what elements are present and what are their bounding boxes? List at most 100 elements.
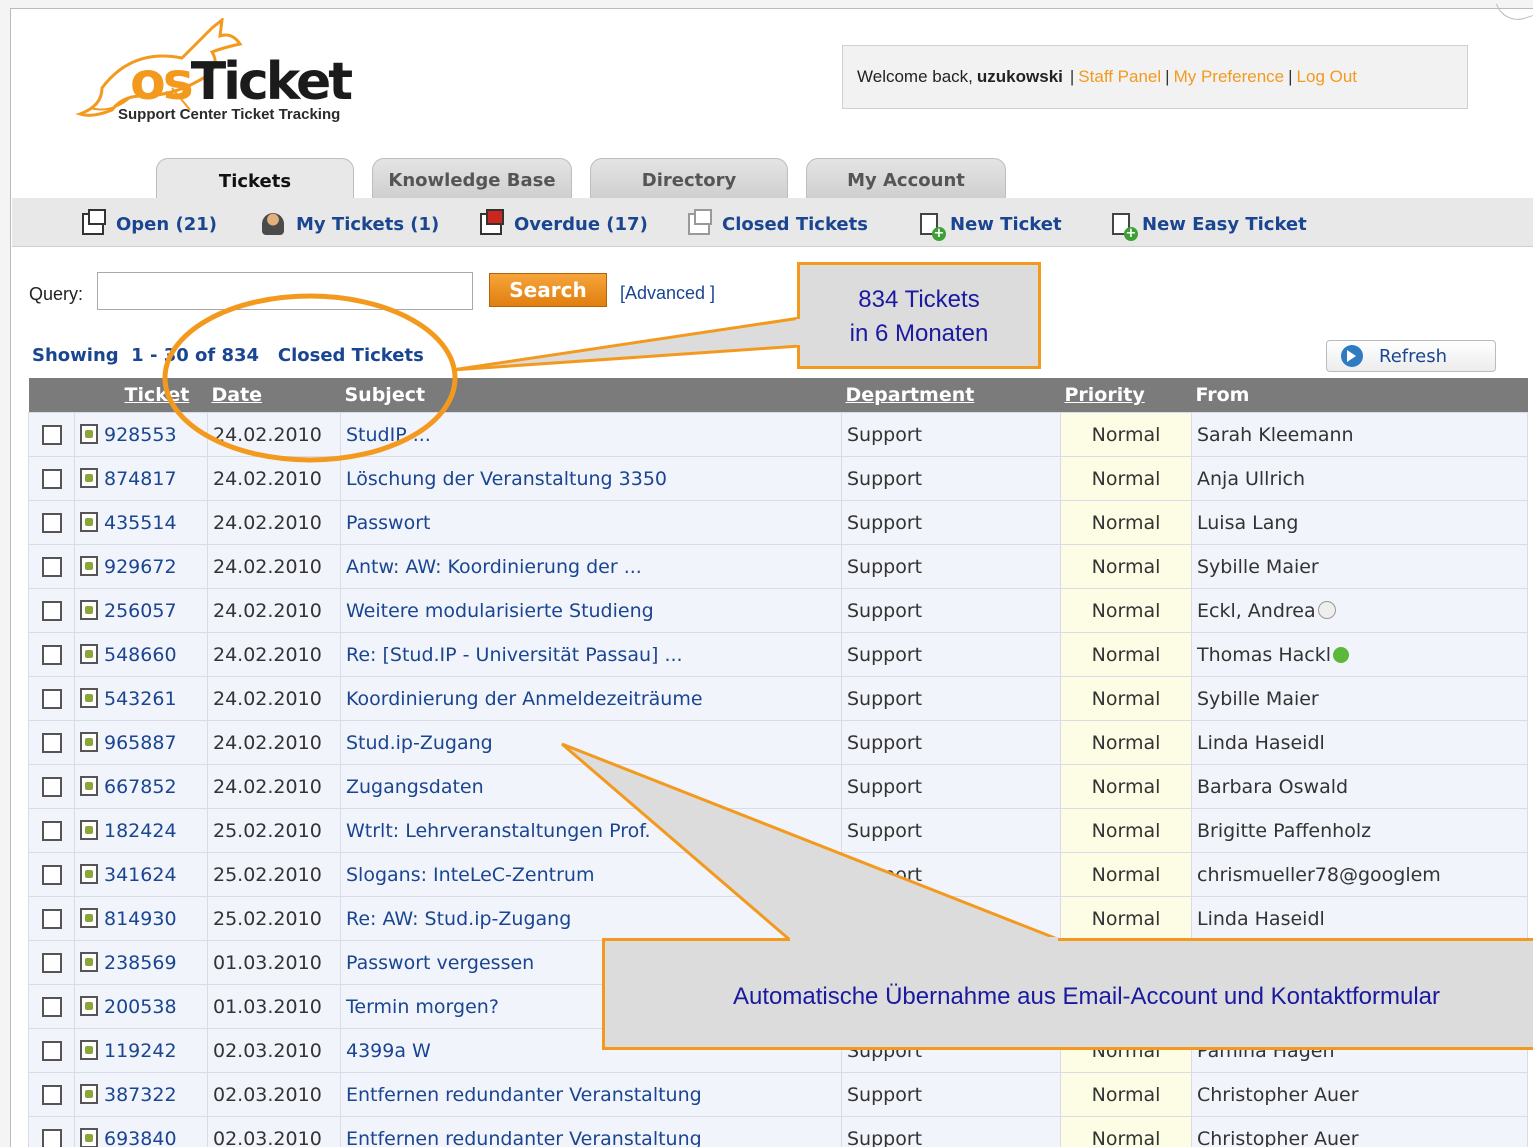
header-priority-label[interactable]: Priority [1065, 384, 1145, 406]
ticket-number[interactable]: 814930 [104, 908, 177, 930]
ticket-cell[interactable]: 814930 [74, 896, 208, 941]
log-out-link[interactable]: Log Out [1297, 67, 1358, 87]
ticket-number[interactable]: 874817 [104, 468, 177, 490]
subject-link[interactable]: Re: AW: Stud.ip-Zugang [340, 896, 842, 941]
ticket-cell[interactable]: 874817 [74, 456, 208, 501]
from-cell: Thomas Hackl [1191, 632, 1528, 677]
search-button[interactable]: Search [489, 273, 607, 307]
ticket-cell[interactable]: 667852 [74, 764, 208, 809]
header-date[interactable]: Date [207, 378, 341, 413]
query-input[interactable] [97, 272, 473, 310]
ticket-cell[interactable]: 965887 [74, 720, 208, 765]
tab-knowledge-base[interactable]: Knowledge Base [372, 158, 572, 198]
subnav-overdue[interactable]: Overdue (17) [480, 209, 648, 235]
ticket-number[interactable]: 965887 [104, 732, 177, 754]
ticket-icon [80, 775, 98, 796]
header-department[interactable]: Department [841, 378, 1061, 413]
subject-link[interactable]: Koordinierung der Anmeldezeiträume [340, 676, 842, 721]
row-checkbox[interactable] [41, 425, 62, 445]
tab-tickets[interactable]: Tickets [156, 158, 354, 200]
row-checkbox[interactable] [41, 601, 62, 621]
ticket-cell[interactable]: 119242 [74, 1028, 208, 1073]
tab-directory[interactable]: Directory [590, 158, 788, 198]
row-checkbox[interactable] [41, 909, 62, 929]
ticket-number[interactable]: 119242 [104, 1040, 177, 1062]
subject-link[interactable]: Antw: AW: Koordinierung der ... [340, 544, 842, 589]
date-cell: 02.03.2010 [207, 1116, 341, 1147]
ticket-cell[interactable]: 928553 [74, 412, 208, 457]
ticket-cell[interactable]: 435514 [74, 500, 208, 545]
row-checkbox[interactable] [41, 645, 62, 665]
ticket-cell[interactable]: 200538 [74, 984, 208, 1029]
subnav-my-tickets[interactable]: My Tickets (1) [262, 213, 439, 235]
subject-link[interactable]: Entfernen redundanter Veranstaltung [340, 1072, 842, 1117]
subject-link[interactable]: Re: [Stud.IP - Universität Passau] ... [340, 632, 842, 677]
tab-my-account[interactable]: My Account [806, 158, 1006, 198]
ticket-number[interactable]: 543261 [104, 688, 177, 710]
ticket-cell[interactable]: 238569 [74, 940, 208, 985]
from-name: Barbara Oswald [1197, 775, 1349, 798]
date-cell: 24.02.2010 [207, 544, 341, 589]
row-checkbox[interactable] [41, 557, 62, 577]
header-priority[interactable]: Priority [1060, 378, 1192, 413]
row-checkbox[interactable] [41, 953, 62, 973]
row-checkbox[interactable] [41, 777, 62, 797]
row-checkbox[interactable] [41, 821, 62, 841]
header-ticket[interactable]: Ticket [74, 378, 208, 413]
ticket-cell[interactable]: 387322 [74, 1072, 208, 1117]
subject-link[interactable]: Löschung der Veranstaltung 3350 [340, 456, 842, 501]
advanced-search-link[interactable]: [Advanced ] [620, 283, 715, 304]
ticket-cell[interactable]: 256057 [74, 588, 208, 633]
header-ticket-label[interactable]: Ticket [125, 384, 190, 406]
subject-link[interactable]: Weitere modularisierte Studieng [340, 588, 842, 633]
logo[interactable]: osTicket Support Center Ticket Tracking [72, 18, 402, 128]
department-cell: Support [841, 632, 1061, 677]
row-checkbox[interactable] [41, 733, 62, 753]
subject-link[interactable]: Wtrlt: Lehrveranstaltungen Prof. [340, 808, 842, 853]
subnav-open[interactable]: Open (21) [82, 209, 217, 235]
row-select [28, 1028, 75, 1073]
subject-link[interactable]: Stud.ip-Zugang [340, 720, 842, 765]
row-checkbox[interactable] [41, 1085, 62, 1105]
subnav-closed-tickets[interactable]: Closed Tickets [688, 209, 868, 235]
date-cell: 02.03.2010 [207, 1072, 341, 1117]
ticket-number[interactable]: 929672 [104, 556, 177, 578]
ticket-cell[interactable]: 182424 [74, 808, 208, 853]
ticket-number[interactable]: 387322 [104, 1084, 177, 1106]
header-department-label[interactable]: Department [846, 384, 975, 406]
ticket-number[interactable]: 928553 [104, 424, 177, 446]
ticket-number[interactable]: 256057 [104, 600, 177, 622]
row-checkbox[interactable] [41, 997, 62, 1017]
refresh-button[interactable]: Refresh [1326, 340, 1496, 372]
staff-panel-link[interactable]: Staff Panel [1078, 67, 1161, 87]
row-checkbox[interactable] [41, 1041, 62, 1061]
subject-link[interactable]: Zugangsdaten [340, 764, 842, 809]
row-checkbox[interactable] [41, 865, 62, 885]
ticket-number[interactable]: 693840 [104, 1128, 177, 1147]
separator: | [1165, 67, 1170, 86]
ticket-number[interactable]: 435514 [104, 512, 177, 534]
ticket-cell[interactable]: 693840 [74, 1116, 208, 1147]
subject-link[interactable]: StudIP ... [340, 412, 842, 457]
ticket-number[interactable]: 200538 [104, 996, 177, 1018]
ticket-number[interactable]: 182424 [104, 820, 177, 842]
header-date-label[interactable]: Date [212, 384, 263, 406]
my-preference-link[interactable]: My Preference [1174, 67, 1285, 87]
subject-link[interactable]: Entfernen redundanter Veranstaltung [340, 1116, 842, 1147]
ticket-cell[interactable]: 929672 [74, 544, 208, 589]
subject-link[interactable]: Passwort [340, 500, 842, 545]
subnav-new-easy-ticket[interactable]: New Easy Ticket [1112, 213, 1307, 241]
row-checkbox[interactable] [41, 513, 62, 533]
row-checkbox[interactable] [41, 689, 62, 709]
ticket-cell[interactable]: 543261 [74, 676, 208, 721]
ticket-number[interactable]: 548660 [104, 644, 177, 666]
ticket-cell[interactable]: 341624 [74, 852, 208, 897]
subnav-new-ticket[interactable]: New Ticket [920, 213, 1062, 241]
subject-link[interactable]: Slogans: InteLeC-Zentrum [340, 852, 842, 897]
ticket-number[interactable]: 341624 [104, 864, 177, 886]
row-checkbox[interactable] [41, 469, 62, 489]
ticket-number[interactable]: 667852 [104, 776, 177, 798]
ticket-cell[interactable]: 548660 [74, 632, 208, 677]
ticket-number[interactable]: 238569 [104, 952, 177, 974]
row-checkbox[interactable] [41, 1129, 62, 1147]
